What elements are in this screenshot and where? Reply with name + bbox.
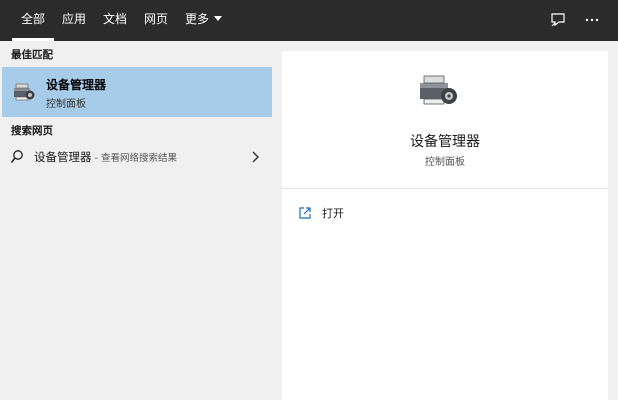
- best-match-item[interactable]: 设备管理器 控制面板: [2, 67, 272, 117]
- search-icon: [10, 149, 24, 165]
- tab-all[interactable]: 全部: [12, 0, 55, 41]
- web-search-hint: - 查看网络搜索结果: [91, 153, 177, 164]
- open-icon: [298, 205, 312, 219]
- divider: [282, 188, 608, 189]
- chevron-down-icon: [214, 16, 223, 21]
- best-match-subtitle: 控制面板: [46, 99, 86, 110]
- more-icon[interactable]: [582, 10, 602, 30]
- device-manager-large-icon: [416, 71, 460, 111]
- open-action[interactable]: 打开: [298, 201, 498, 225]
- results-pane: 最佳匹配 设备管理器 控制面板 搜索网页 设备管理器 - 查看网络搜索结果: [0, 41, 272, 400]
- best-match-heading: 最佳匹配: [11, 49, 53, 61]
- device-manager-icon: [12, 81, 36, 103]
- web-search-heading: 搜索网页: [11, 125, 53, 137]
- tab-documents[interactable]: 文档: [94, 0, 136, 41]
- tab-more-label: 更多: [185, 12, 210, 26]
- feedback-icon[interactable]: [548, 10, 568, 30]
- tab-web[interactable]: 网页: [135, 0, 177, 41]
- tab-more[interactable]: 更多: [176, 0, 231, 41]
- web-search-label: 设备管理器 - 查看网络搜索结果: [34, 149, 177, 165]
- chevron-right-icon[interactable]: [250, 149, 260, 163]
- tab-apps[interactable]: 应用: [53, 0, 95, 41]
- detail-subtitle: 控制面板: [425, 157, 465, 168]
- detail-pane: 设备管理器 控制面板 打开: [282, 51, 608, 400]
- web-search-query: 设备管理器: [34, 150, 92, 164]
- web-search-item[interactable]: 设备管理器 - 查看网络搜索结果: [2, 141, 272, 173]
- window-edge: [610, 41, 618, 400]
- search-scope-bar: 全部 应用 文档 网页 更多: [0, 0, 618, 41]
- open-label: 打开: [322, 207, 344, 220]
- best-match-title: 设备管理器: [46, 78, 107, 92]
- detail-title: 设备管理器: [410, 134, 480, 150]
